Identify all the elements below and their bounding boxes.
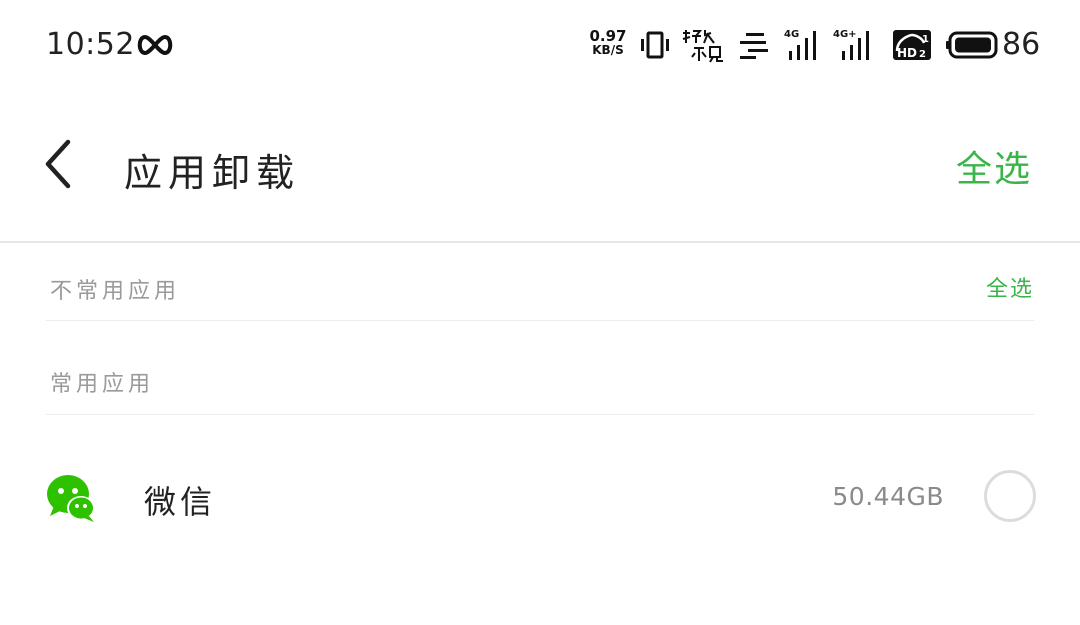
- svg-text:HD: HD: [897, 46, 917, 60]
- section-divider: [46, 414, 1034, 415]
- infinity-icon: [137, 34, 173, 56]
- uninstall-apps-screen: 10:52 0.97 KB/S 4G 4G+ HD 2 1 86 应用卸载 全选…: [0, 0, 1080, 625]
- section-label: 常用应用: [50, 372, 155, 397]
- page-title: 应用卸载: [124, 151, 301, 195]
- svg-text:2: 2: [919, 49, 926, 60]
- title-bar: 应用卸载 全选: [0, 110, 1080, 242]
- hd-icon: HD 2 1: [893, 30, 931, 60]
- svg-text:4G: 4G: [784, 29, 799, 40]
- wechat-icon: [47, 475, 95, 522]
- app-row-wechat[interactable]: 微信 50.44GB: [46, 448, 1036, 548]
- app-name: 微信: [144, 483, 217, 521]
- section-rarely-used: 不常用应用 全选: [46, 243, 1034, 321]
- section-select-all-button[interactable]: 全选: [986, 271, 1034, 303]
- battery-level: 86: [1002, 27, 1041, 62]
- section-label: 不常用应用: [50, 279, 181, 304]
- signal-4g-icon: 4G: [784, 29, 816, 60]
- app-select-checkbox[interactable]: [984, 470, 1036, 522]
- svg-text:4G+: 4G+: [833, 29, 857, 40]
- back-button[interactable]: [36, 134, 92, 194]
- battery-icon: [946, 31, 998, 59]
- status-time: 10:52: [46, 27, 135, 62]
- network-speed-unit: KB/S: [592, 43, 624, 57]
- status-bar: 10:52 0.97 KB/S 4G 4G+ HD 2 1 86: [0, 0, 1080, 90]
- vibrate-icon: [641, 31, 669, 59]
- section-divider: [46, 320, 1034, 321]
- network-speed: 0.97 KB/S: [586, 27, 630, 58]
- svg-text:1: 1: [922, 34, 929, 45]
- back-arrow-icon: [45, 139, 71, 189]
- section-frequently-used: 常用应用: [46, 336, 1034, 414]
- data-bars-icon: [740, 33, 768, 59]
- signal-4g-plus-icon: 4G+: [833, 29, 869, 60]
- app-size: 50.44GB: [832, 482, 944, 511]
- network-speed-value: 0.97: [589, 27, 627, 45]
- haojiubujian-icon: [682, 30, 723, 63]
- select-all-button[interactable]: 全选: [956, 140, 1032, 192]
